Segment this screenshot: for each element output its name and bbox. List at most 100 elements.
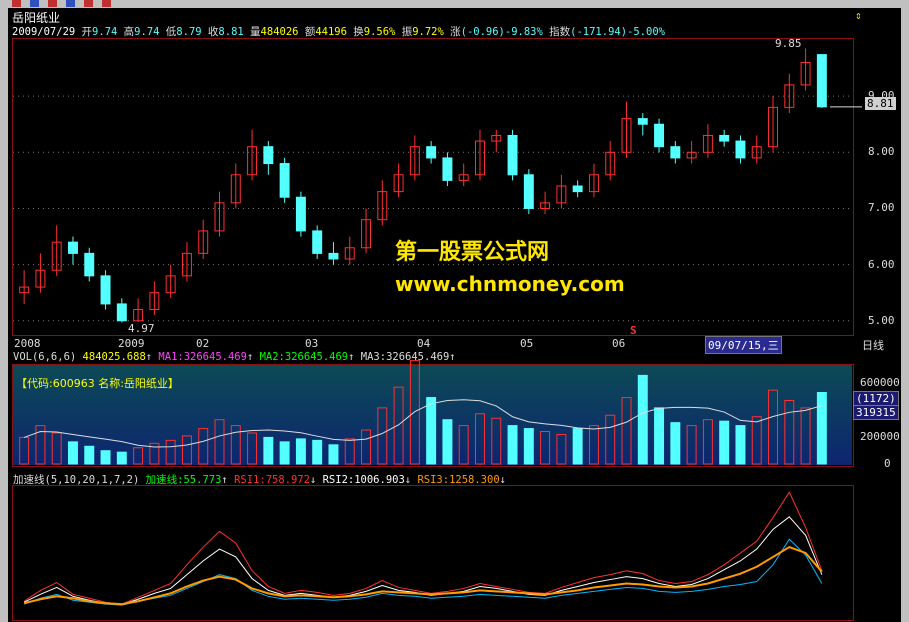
vol-box-2: 319315 (853, 405, 899, 420)
volume-bar (165, 439, 176, 465)
scroll-up-icon[interactable]: ⇕ (855, 9, 862, 22)
vol-current: 484025.688 (82, 351, 146, 363)
volume-bar (572, 428, 583, 465)
candle-body (68, 241, 78, 254)
volume-bar (637, 374, 648, 465)
volume-bar (800, 407, 811, 465)
ma2-value: 326645.469 (284, 351, 349, 363)
candle-body (572, 185, 583, 193)
volume-bar (328, 444, 339, 465)
time-label: 2008 (14, 337, 41, 350)
volume-bar (540, 431, 551, 465)
volume-bar (230, 425, 241, 465)
candle-body (719, 134, 730, 142)
volume-bar (214, 419, 225, 465)
candle-body (442, 157, 453, 181)
volume-bar (719, 420, 730, 465)
vol-tick: 200000 (860, 430, 900, 443)
volume-bar (670, 422, 681, 465)
volume-bar (198, 428, 209, 465)
volume-bar (702, 419, 713, 465)
time-label: 04 (417, 337, 431, 350)
volume-bar (735, 425, 746, 465)
ma3-value: 326645.469 (386, 351, 450, 363)
volume-bar (816, 392, 827, 465)
stock-chart-window: 岳阳纸业 2009/07/29 开9.74 高9.74 低8.79 收8.81 … (0, 0, 909, 622)
candle-body (670, 146, 681, 159)
volume-bar (475, 413, 485, 465)
chart-canvas (13, 48, 862, 606)
rsi2-label: RSI2: (322, 474, 355, 486)
volume-bar (279, 441, 290, 465)
volume-bar (442, 419, 453, 465)
volume-bar (133, 447, 144, 465)
volume-bar (654, 407, 665, 465)
l1-label: 加速线: (145, 474, 184, 486)
candle-body (279, 163, 290, 198)
candle-body (312, 230, 323, 254)
volume-bar (784, 399, 795, 465)
price-tick: 6.00 (868, 257, 895, 271)
candle-body (426, 146, 437, 159)
period-label[interactable]: 日线 (862, 337, 884, 353)
indicator-header: 加速线(5,10,20,1,7,2) 加速线:55.773↑ RSI1:758.… (13, 474, 506, 486)
rsi3-label: RSI3: (417, 474, 450, 486)
volume-bar (686, 425, 697, 465)
volume-bar (116, 451, 127, 465)
l1-value: 55.773 (183, 474, 222, 486)
indicator-line (23, 491, 823, 605)
time-label: 06 (612, 337, 626, 350)
volume-bar (507, 425, 518, 465)
time-label: 02 (196, 337, 210, 350)
vol-tick: 0 (884, 457, 891, 470)
ind-title: 加速线(5,10,20,1,7,2) (13, 474, 140, 486)
signal-s-marker: S (630, 324, 637, 337)
vol-info: 【代码:600963 名称:岳阳纸业】 (16, 377, 179, 390)
candle-body (295, 196, 306, 232)
time-label: 2009 (118, 337, 145, 350)
volume-bar (605, 414, 616, 465)
candle-body (523, 174, 534, 209)
volume-bar (361, 429, 371, 465)
min-price-label: 4.97 (128, 322, 155, 335)
volume-bar (181, 435, 192, 465)
candle-body (654, 123, 665, 148)
volume-bar (295, 438, 306, 465)
ma2-label: MA2: (259, 351, 285, 363)
volume-bar (84, 445, 95, 465)
volume-bar (426, 397, 437, 465)
volume-bar (409, 360, 420, 465)
rsi1-value: 758.972 (265, 474, 310, 486)
volume-bar (458, 425, 469, 465)
volume-bar (100, 450, 111, 465)
ma1-value: 326645.469 (183, 351, 247, 363)
candle-body (263, 146, 274, 165)
volume-bar (247, 432, 258, 465)
date-cursor-label: 09/07/15,三 (705, 336, 782, 354)
volume-bar (768, 389, 778, 465)
rsi2-value: 1006.903 (354, 474, 405, 486)
rsi3-value: 1258.300 (449, 474, 500, 486)
volume-bar (556, 433, 567, 465)
price-tick: 8.00 (868, 145, 895, 159)
vol-title: VOL(6,6,6) (13, 351, 77, 363)
volume-bar (523, 428, 534, 465)
volume-bar (312, 439, 323, 465)
candle-body (637, 118, 648, 125)
time-label: 05 (520, 337, 534, 350)
candle-body (84, 252, 95, 277)
candle-body (507, 134, 518, 176)
volume-ma-line (23, 399, 823, 448)
vol-box-1: (1172) (853, 391, 899, 406)
volume-bar (68, 441, 78, 465)
watermark-title: 第一股票公式网 (395, 240, 550, 265)
time-label: 03 (305, 337, 319, 350)
volume-bar (751, 416, 762, 465)
volume-bar (344, 438, 355, 465)
volume-bar (621, 397, 632, 465)
price-tick: 7.00 (868, 201, 895, 215)
watermark-url: www.chnmoney.com (395, 272, 625, 296)
vol-tick: 600000 (860, 376, 900, 389)
volume-bar (263, 436, 274, 465)
indicator-line (23, 545, 823, 606)
